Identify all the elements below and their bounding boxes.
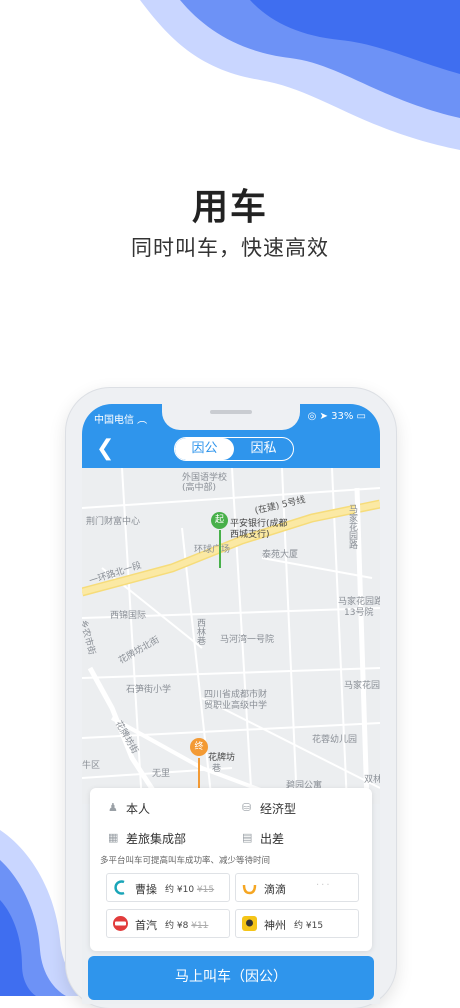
map-label: 石笋街小学 [126,685,172,695]
map-view[interactable]: 外国语学校 (高中部) (在建) 5号线 平安银行(成都 西城支行) 环球广场 … [82,468,380,804]
back-icon[interactable]: ❮ [96,438,114,460]
map-label: 巷 [212,764,222,774]
shouqi-logo-icon [113,916,128,931]
car-price: 约 ¥10 ¥15 [165,885,215,895]
map-label: 西城支行) [230,530,270,540]
map-label: 西林巷 [195,618,205,645]
decorative-wave-top [140,0,460,150]
tab-private[interactable]: 因私 [234,438,293,460]
map-label: 无里 [152,769,171,779]
car-name: 曹操 [135,883,157,896]
map-label: 马家花园 [344,681,380,691]
car-price: 约 ¥8 ¥11 [165,921,209,931]
car-icon: ⛁ [242,801,252,814]
reason-select[interactable]: 出差 [260,830,284,847]
page-subtitle: 同时叫车，快速高效 [131,236,329,260]
car-type-select[interactable]: 经济型 [260,800,296,817]
page-title: 用车 [191,187,268,228]
phone-screen: 中国电信 ︵ ◎ ➤ 33% ▭ ❮ 因公 因私 外国语学校 (高中部) (在建… [82,404,380,1004]
department-select[interactable]: 差旅集成部 [126,830,186,847]
car-option-shouqi[interactable]: 首汽 约 ¥8 ¥11 [106,909,230,938]
phone-speaker [210,410,252,414]
car-option-didi[interactable]: 滴滴 ··· [235,873,359,902]
car-name: 首汽 [135,919,157,932]
map-label: 荆门财富中心 [86,517,141,527]
map-label: 双林 [364,775,380,785]
hint-text: 多平台叫车可提高叫车成功率、减少等待时间 [100,856,271,866]
loading-dots-icon: ··· [316,880,332,891]
caocao-logo-icon [114,880,125,895]
booking-card: ♟ 本人 ⛁ 经济型 ▦ 差旅集成部 ▤ 出差 多平台叫车可提高叫车成功率、减少… [90,788,372,951]
car-price: 约 ¥15 [294,921,324,931]
car-name: 滴滴 [264,883,286,896]
passenger-select[interactable]: 本人 [126,800,150,817]
person-icon: ♟ [108,801,118,814]
map-label: 环球广场 [194,545,231,555]
didi-logo-icon [242,884,257,895]
map-label: 花蓉幼儿园 [312,735,358,745]
phone-notch [162,404,300,430]
map-label: 马河湾一号院 [220,635,275,645]
start-marker[interactable]: 起 [211,512,228,529]
trip-type-segmented: 因公 因私 [174,437,294,461]
map-label: 西锦国际 [110,611,147,621]
tab-business[interactable]: 因公 [175,438,234,460]
end-marker[interactable]: 终 [190,738,208,756]
status-battery: ◎ ➤ 33% ▭ [307,411,366,422]
map-label: 泰苑大厦 [262,550,299,560]
call-car-button[interactable]: 马上叫车（因公） [88,956,374,1000]
car-option-caocao[interactable]: 曹操 约 ¥10 ¥15 [106,873,230,902]
map-label: 13号院 [344,608,374,618]
map-label: 贸职业高级中学 [204,701,268,711]
map-label: 牛区 [82,761,101,771]
car-name: 神州 [264,919,286,932]
briefcase-icon: ▤ [242,831,253,844]
map-label: 马家花园路 [347,504,357,549]
status-carrier: 中国电信 ︵ [94,415,148,426]
car-option-shenzhou[interactable]: 神州 约 ¥15 [235,909,359,938]
shenzhou-logo-icon [242,916,257,931]
map-label: (高中部) [182,483,217,493]
department-icon: ▦ [108,831,119,844]
nav-bar: ❮ 因公 因私 [82,432,380,468]
